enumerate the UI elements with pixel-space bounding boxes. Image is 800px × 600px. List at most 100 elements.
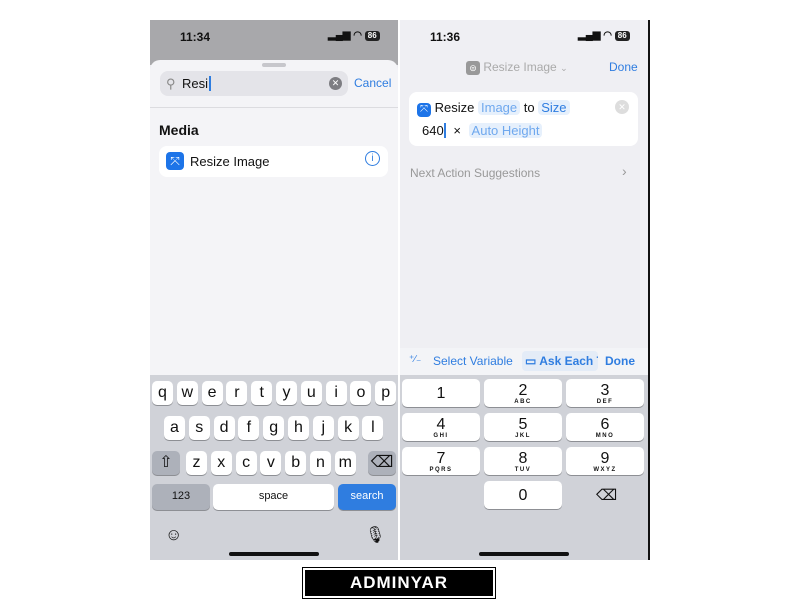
status-time: 11:36 [430,30,461,44]
watermark: ADMINYAR [302,567,496,599]
divider-line [648,20,650,560]
numpad-key-9[interactable]: 9 WXYZ [566,447,644,475]
numpad-key-5[interactable]: 5 JKL [484,413,562,441]
key-v[interactable]: v [260,451,282,475]
key-digit: 8 [518,450,528,467]
key-g[interactable]: g [263,416,285,440]
key-letters: MNO [595,433,615,439]
microphone-icon[interactable]: 🎙 [365,525,385,545]
key-p[interactable]: p [375,381,397,405]
numpad-key-3[interactable]: 3 DEF [566,379,644,407]
info-icon[interactable]: i [365,151,380,166]
key-i[interactable]: i [325,381,347,405]
chevron-down-icon: ⌄ [560,63,568,73]
numpad-key-8[interactable]: 8 TUV [484,447,562,475]
size-parameter[interactable]: Size [538,100,570,115]
left-screen: 11:34 ▂▄▆ ◠ 86 ⚲ Resi ✕ Cancel Media ⤧ R… [150,20,398,560]
numpad-key-0[interactable]: 0 [484,481,562,509]
key-digit: 0 [518,487,528,504]
signal-icon: ▂▄▆ [578,30,601,41]
search-input[interactable]: ⚲ Resi ✕ [160,71,348,96]
numpad-key-6[interactable]: 6 MNO [566,413,644,441]
toolbar-done-button[interactable]: Done [605,354,635,368]
backspace-key[interactable]: ⌫ [368,451,396,475]
resize-icon: ⤧ [166,152,184,170]
times-sign: × [453,123,461,138]
select-variable-button[interactable]: Select Variable [433,354,513,368]
key-a[interactable]: a [164,416,185,440]
key-c[interactable]: c [235,451,257,475]
space-key[interactable]: space [213,484,334,510]
width-field[interactable]: 640 [422,123,444,138]
key-b[interactable]: b [285,451,307,475]
emoji-icon[interactable]: ☺ [165,525,182,545]
ask-each-time-button[interactable]: ▭ Ask Each T [522,351,598,371]
numpad-key-7[interactable]: 7 PQRS [402,447,480,475]
to-text: to [523,100,535,115]
key-q[interactable]: q [152,381,173,405]
clear-icon[interactable]: ✕ [329,77,342,90]
key-letters: WXYZ [593,467,617,473]
result-row[interactable]: ⤧ Resize Image i [159,146,388,177]
height-field[interactable]: Auto Height [468,123,543,138]
battery-icon: 86 [364,31,380,41]
key-h[interactable]: h [288,416,309,440]
key-f[interactable]: f [238,416,260,440]
image-parameter[interactable]: Image [478,100,521,115]
key-digit: 3 [600,382,610,399]
key-digit: 6 [600,416,610,433]
key-k[interactable]: k [337,416,359,440]
key-t[interactable]: t [251,381,273,405]
key-digit: 5 [518,416,528,433]
key-y[interactable]: y [276,381,297,405]
chat-bubble-icon: ▭ [525,354,537,368]
key-r[interactable]: r [226,381,248,405]
key-w[interactable]: w [176,381,198,405]
section-header: Media [159,122,199,138]
number-pad: 1 2 ABC 3 DEF 4 GHI 5 JKL 6 MNO 7 PQRS 8 TUV 9 WXYZ 0 ⌫ [400,375,648,560]
plus-minus-button[interactable]: ⁺∕₋ [409,354,421,365]
key-o[interactable]: o [350,381,372,405]
remove-action-icon[interactable]: ✕ [615,100,629,114]
done-button[interactable]: Done [609,60,638,74]
key-n[interactable]: n [310,451,331,475]
status-icons: ▂▄▆ ◠ 86 [578,30,630,41]
search-value: Resi [182,76,209,91]
shortcut-title[interactable]: ⊜ Resize Image ⌄ [466,60,568,75]
numpad-key-2[interactable]: 2 ABC [484,379,562,407]
wifi-icon: ◠ [353,30,362,41]
numbers-key[interactable]: 123 [152,484,210,510]
key-j[interactable]: j [312,416,334,440]
key-digit: 7 [436,450,446,467]
key-letters: GHI [433,433,449,439]
key-d[interactable]: d [213,416,235,440]
search-icon: ⚲ [166,76,176,91]
action-verb: Resize [434,100,475,115]
key-e[interactable]: e [201,381,223,405]
key-u[interactable]: u [300,381,322,405]
sheet-grabber[interactable] [262,63,286,67]
shift-key[interactable]: ⇧ [152,451,180,475]
wifi-icon: ◠ [603,30,612,41]
key-l[interactable]: l [362,416,384,440]
key-letters: DEF [596,399,614,405]
battery-icon: 86 [614,31,630,41]
keyboard: qwertyuiop asdfghjkl zxcvbnm 123 space sea… [150,375,398,560]
backspace-key[interactable]: ⌫ [596,486,617,504]
key-digit: 1 [436,385,446,402]
title-text: Resize Image [483,60,557,74]
chevron-right-icon[interactable]: › [622,163,627,179]
next-action-suggestions[interactable]: Next Action Suggestions [410,166,540,180]
key-x[interactable]: x [210,451,232,475]
key-letters: TUV [514,467,532,473]
cancel-button[interactable]: Cancel [354,76,391,90]
numpad-key-4[interactable]: 4 GHI [402,413,480,441]
key-z[interactable]: z [186,451,207,475]
key-s[interactable]: s [188,416,210,440]
key-m[interactable]: m [334,451,356,475]
key-digit: 2 [518,382,528,399]
resize-icon: ⤧ [417,103,431,117]
search-key[interactable]: search [338,484,396,510]
numpad-key-1[interactable]: 1 [402,379,480,407]
key-digit: 4 [436,416,446,433]
